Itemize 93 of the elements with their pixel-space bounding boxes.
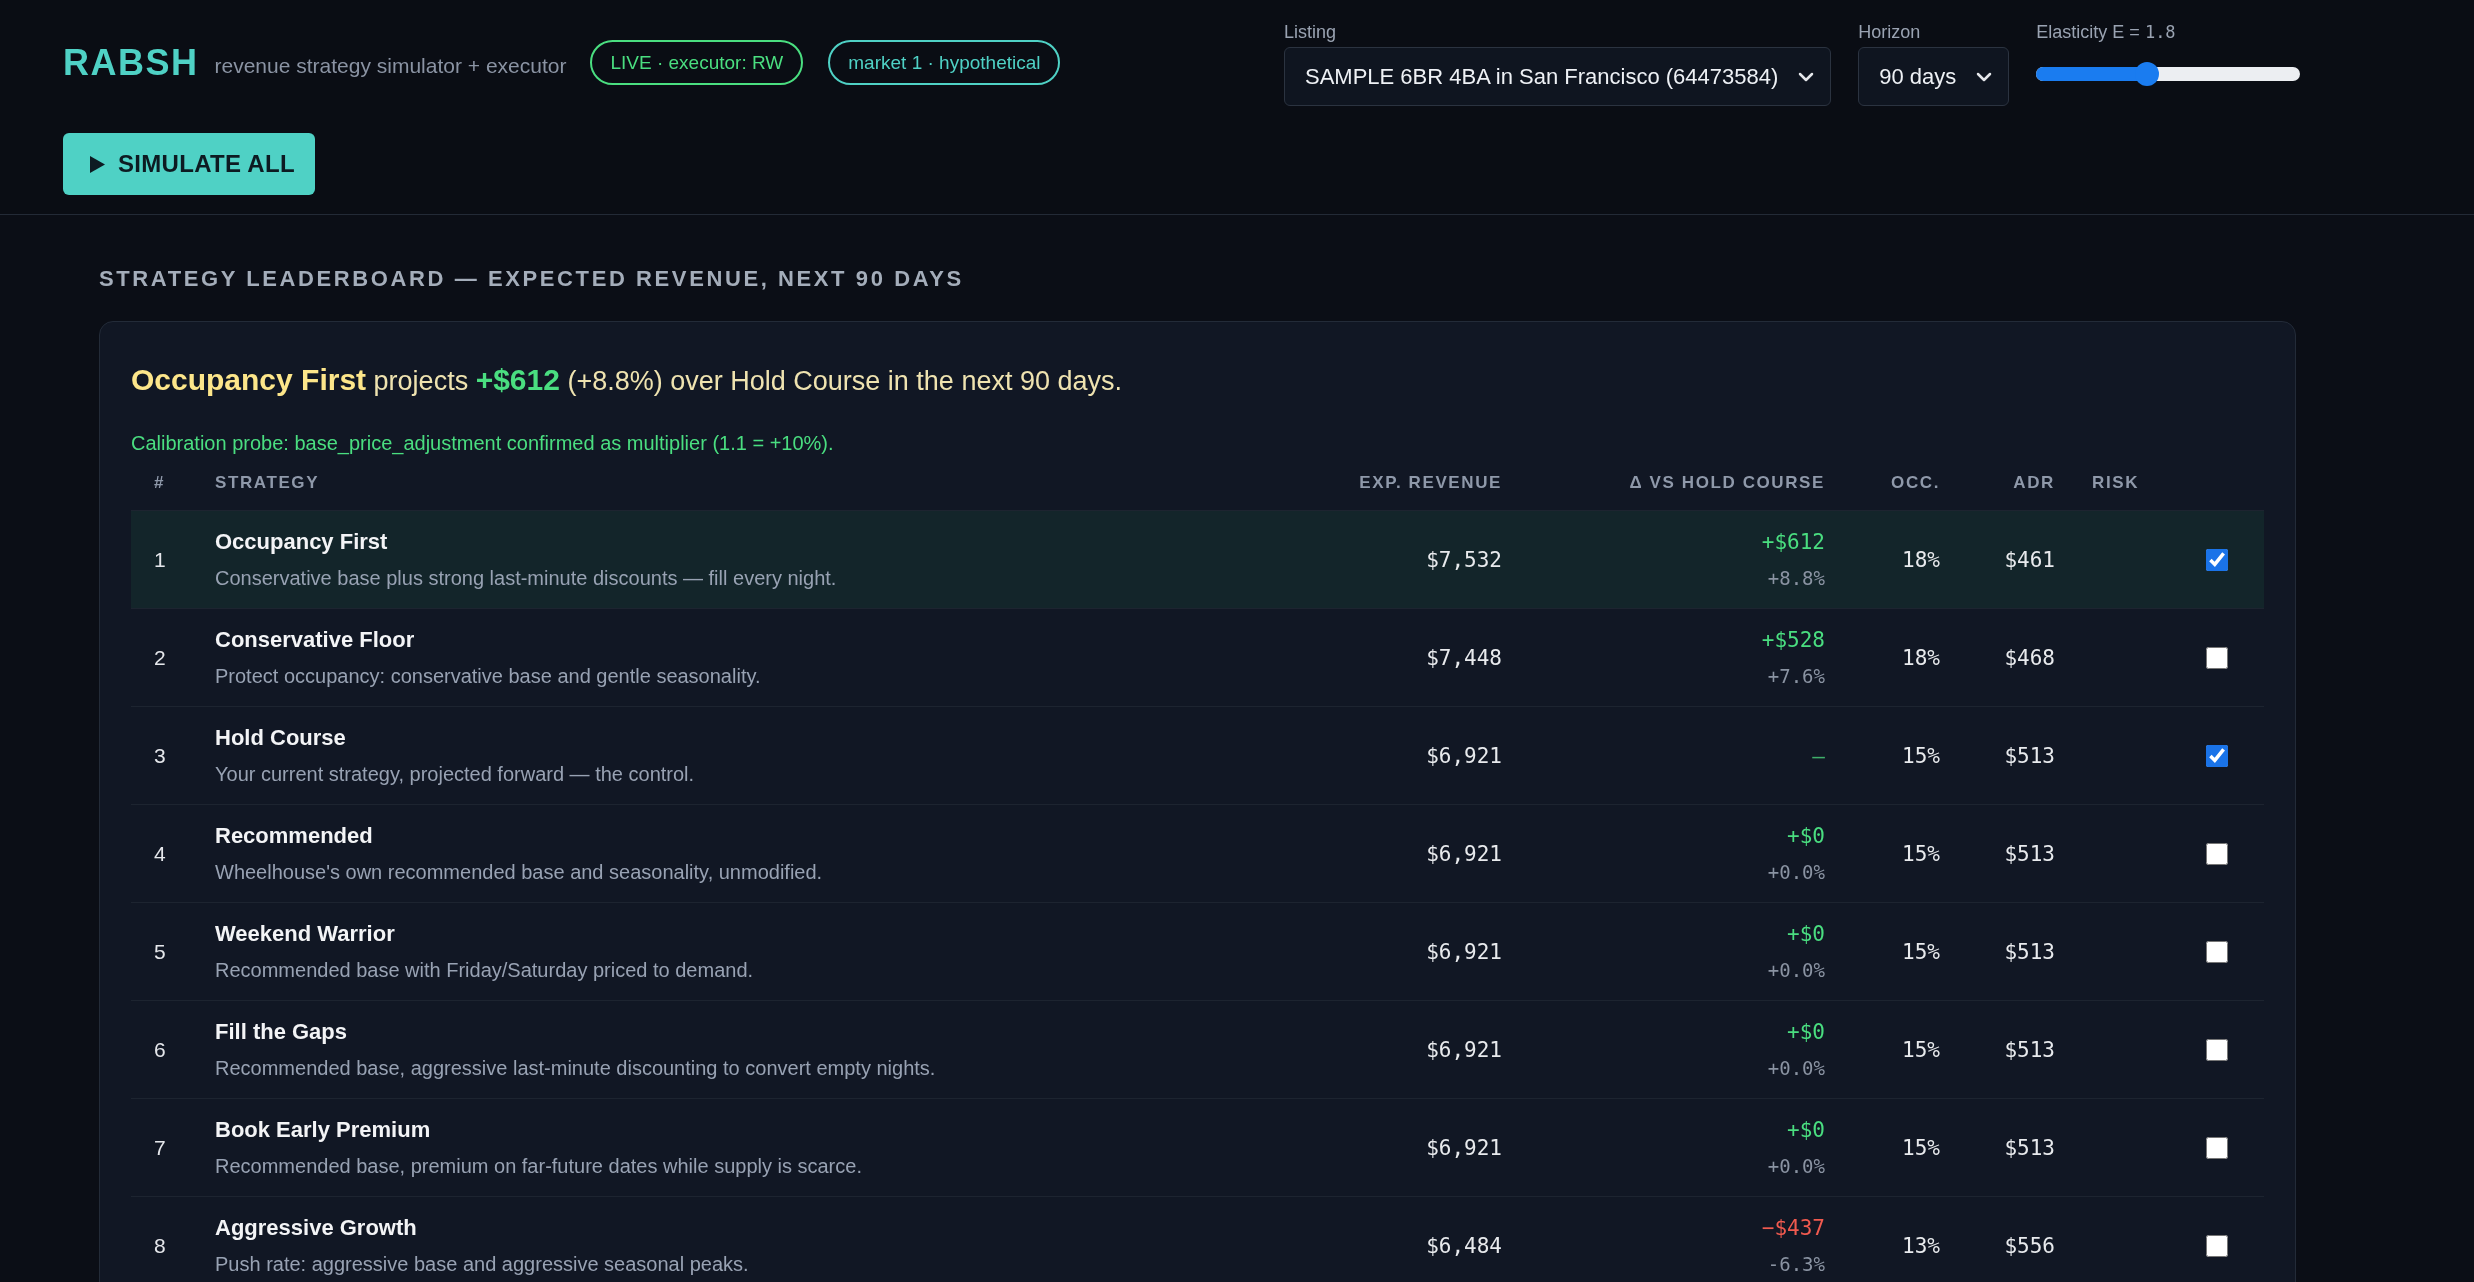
rank-cell: 8 xyxy=(154,1233,166,1258)
column-header: RISK xyxy=(2092,472,2140,494)
row-checkbox[interactable] xyxy=(2206,842,2228,865)
strategy-name: Aggressive Growth xyxy=(215,1213,417,1242)
status-badge: LIVE · executor: RW xyxy=(590,40,804,85)
row-checkbox[interactable] xyxy=(2206,1136,2228,1159)
column-header: ADR xyxy=(2013,472,2055,494)
strategy-name: Conservative Floor xyxy=(215,625,415,654)
row-checkbox[interactable] xyxy=(2206,744,2228,767)
strategy-name: Occupancy First xyxy=(215,527,388,556)
elasticity-label: Elasticity E = 1.8 xyxy=(2036,21,2176,43)
section-title: STRATEGY LEADERBOARD — EXPECTED REVENUE, NEXT 90 DAYS xyxy=(99,265,964,293)
adr-cell-text: $461 xyxy=(2004,546,2055,574)
horizon-select[interactable]: 90 days xyxy=(1858,47,2010,106)
app-logo: RABSH xyxy=(63,41,199,84)
row-checkbox[interactable] xyxy=(2206,646,2228,669)
delta-percent: +8.8% xyxy=(1767,565,1825,591)
occupancy-cell-text: 15% xyxy=(1902,742,1940,770)
column-header: Δ VS HOLD COURSE xyxy=(1629,472,1825,494)
strategy-description: Recommended base with Friday/Saturday priced to demand. xyxy=(215,957,754,983)
strategy-name: Hold Course xyxy=(215,723,346,752)
column-header: OCC. xyxy=(1891,472,1940,494)
strategy-description: Recommended base, premium on far-future dates while supply is scarce. xyxy=(215,1153,862,1179)
column-header: EXP. REVENUE xyxy=(1359,472,1502,494)
adr-cell-text: $513 xyxy=(2004,1134,2055,1162)
delta-percent: +0.0% xyxy=(1767,1153,1825,1179)
occupancy-cell-text: 18% xyxy=(1902,546,1940,574)
delta-amount: −$437 xyxy=(1761,1214,1825,1242)
delta-percent: +7.6% xyxy=(1767,663,1825,689)
strategy-name: Weekend Warrior xyxy=(215,919,395,948)
delta-amount: +$0 xyxy=(1787,920,1825,948)
delta-percent: -6.3% xyxy=(1767,1251,1825,1277)
revenue-cell-text: $6,921 xyxy=(1426,938,1502,966)
rank-cell: 4 xyxy=(154,841,166,866)
delta-percent: +0.0% xyxy=(1767,1055,1825,1081)
strategy-description: Recommended base, aggressive last-minute discounting to convert empty nights. xyxy=(215,1055,936,1081)
delta-amount: +$0 xyxy=(1787,1116,1825,1144)
adr-cell-text: $513 xyxy=(2004,742,2055,770)
strategy-description: Conservative base plus strong last-minute discounts — fill every night. xyxy=(215,565,837,591)
rank-cell: 6 xyxy=(154,1037,166,1062)
delta-amount: +$528 xyxy=(1761,626,1825,654)
revenue-cell-text: $6,484 xyxy=(1426,1232,1502,1260)
adr-cell-text: $513 xyxy=(2004,938,2055,966)
adr-cell-text: $513 xyxy=(2004,840,2055,868)
status-badge: market 1 · hypothetical xyxy=(828,40,1061,85)
rank-cell: 5 xyxy=(154,939,166,964)
delta-amount: – xyxy=(1812,742,1825,770)
play-icon xyxy=(90,155,105,173)
occupancy-cell-text: 15% xyxy=(1902,840,1940,868)
occupancy-cell-text: 13% xyxy=(1902,1232,1940,1260)
delta-amount: +$612 xyxy=(1761,528,1825,556)
strategy-name: Book Early Premium xyxy=(215,1115,431,1144)
slider-thumb[interactable] xyxy=(2135,62,2160,86)
simulate-all-button[interactable]: SIMULATE ALL xyxy=(63,133,315,195)
summary-headline: Occupancy First projects +$612 (+8.8%) over Hold Course in the next 90 days. xyxy=(131,362,1122,398)
column-header: # xyxy=(154,472,166,494)
adr-cell-text: $468 xyxy=(2004,644,2055,672)
rank-cell: 3 xyxy=(154,743,166,768)
revenue-cell-text: $6,921 xyxy=(1426,1036,1502,1064)
calibration-note: Calibration probe: base_price_adjustment confirmed as multiplier (1.1 = +10%). xyxy=(131,431,834,456)
strategy-description: Protect occupancy: conservative base and gentle seasonality. xyxy=(215,663,761,689)
strategy-description: Push rate: aggressive base and aggressive seasonal peaks. xyxy=(215,1251,749,1277)
row-checkbox[interactable] xyxy=(2206,1038,2228,1061)
strategy-description: Your current strategy, projected forward — the control. xyxy=(215,761,695,787)
revenue-cell-text: $7,532 xyxy=(1426,546,1502,574)
rank-cell: 2 xyxy=(154,645,166,670)
revenue-cell-text: $6,921 xyxy=(1426,1134,1502,1162)
delta-percent: +0.0% xyxy=(1767,957,1825,983)
occupancy-cell-text: 15% xyxy=(1902,1036,1940,1064)
horizon-label: Horizon xyxy=(1858,21,1921,43)
row-checkbox[interactable] xyxy=(2206,548,2228,571)
strategy-name: Recommended xyxy=(215,821,373,850)
rank-cell: 7 xyxy=(154,1135,166,1160)
column-header: STRATEGY xyxy=(215,472,320,494)
delta-amount: +$0 xyxy=(1787,822,1825,850)
occupancy-cell-text: 18% xyxy=(1902,644,1940,672)
delta-amount: +$0 xyxy=(1787,1018,1825,1046)
strategy-name: Fill the Gaps xyxy=(215,1017,348,1046)
occupancy-cell-text: 15% xyxy=(1902,938,1940,966)
listing-select[interactable]: SAMPLE 6BR 4BA in San Francisco (64473584) xyxy=(1284,47,1832,106)
adr-cell-text: $556 xyxy=(2004,1232,2055,1260)
app-tagline: revenue strategy simulator + executor xyxy=(214,53,567,78)
adr-cell-text: $513 xyxy=(2004,1036,2055,1064)
rank-cell: 1 xyxy=(154,547,166,572)
revenue-cell-text: $7,448 xyxy=(1426,644,1502,672)
row-checkbox[interactable] xyxy=(2206,940,2228,963)
listing-label: Listing xyxy=(1284,21,1337,43)
row-checkbox[interactable] xyxy=(2206,1234,2228,1257)
revenue-cell-text: $6,921 xyxy=(1426,840,1502,868)
occupancy-cell-text: 15% xyxy=(1902,1134,1940,1162)
revenue-cell-text: $6,921 xyxy=(1426,742,1502,770)
delta-percent: +0.0% xyxy=(1767,859,1825,885)
strategy-description: Wheelhouse's own recommended base and seasonality, unmodified. xyxy=(215,859,823,885)
